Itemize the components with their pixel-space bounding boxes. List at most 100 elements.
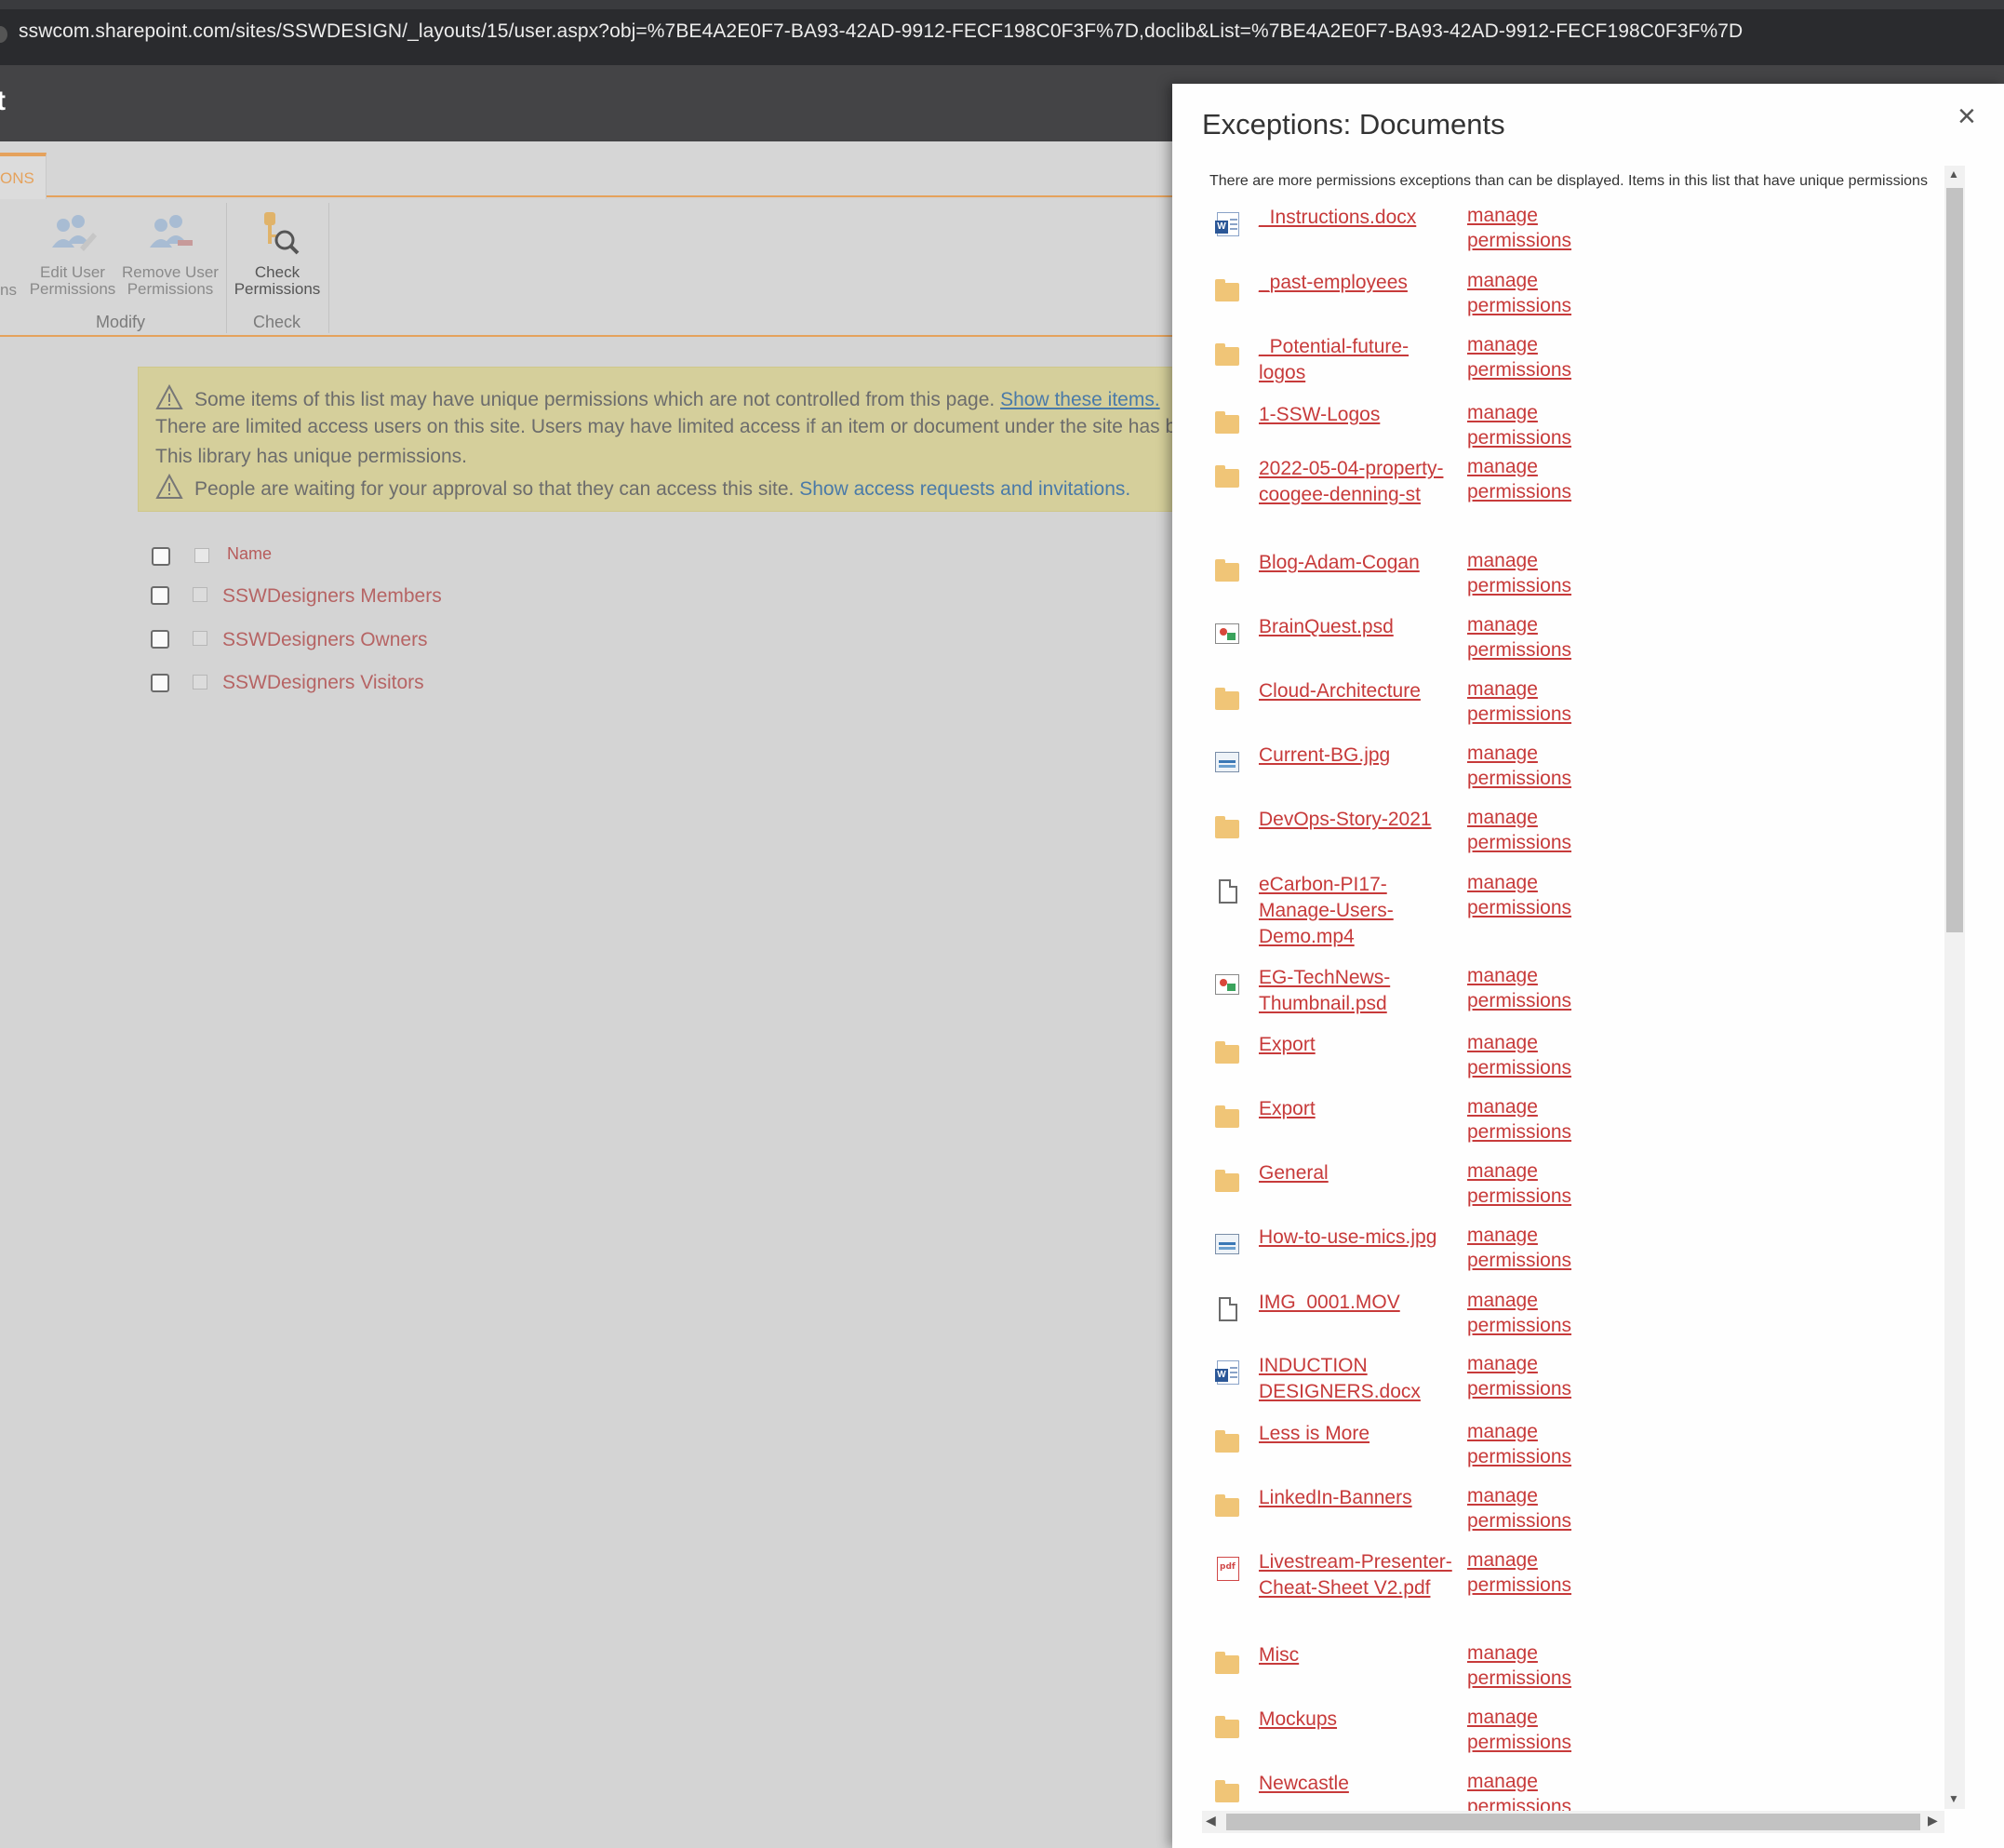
select-all-indicator[interactable] (194, 548, 209, 563)
scroll-down-arrow-icon[interactable]: ▼ (1948, 1792, 1959, 1805)
exceptions-note: There are more permissions exceptions th… (1209, 173, 1928, 189)
exception-item-link[interactable]: Current-BG.jpg (1259, 743, 1454, 769)
exception-item-link[interactable]: Cloud-Architecture (1259, 678, 1454, 704)
row-checkbox[interactable] (151, 630, 169, 649)
dialog-horizontal-scrollbar[interactable]: ◀ ▶ (1202, 1811, 1944, 1833)
image-icon (1215, 750, 1239, 774)
manage-permissions-link[interactable]: manage permissions (1467, 454, 1597, 504)
exception-item-link[interactable]: INDUCTION DESIGNERS.docx (1259, 1353, 1454, 1405)
ribbon-group-check: Check (253, 313, 301, 331)
column-header-name[interactable]: Name (227, 544, 272, 564)
manage-permissions-link[interactable]: manage permissions (1467, 548, 1597, 598)
exception-item-link[interactable]: BrainQuest.psd (1259, 614, 1454, 640)
manage-permissions-link[interactable]: manage permissions (1467, 1158, 1597, 1209)
scroll-up-arrow-icon[interactable]: ▲ (1948, 167, 1959, 181)
scroll-left-arrow-icon[interactable]: ◀ (1206, 1813, 1216, 1828)
exception-item-link[interactable]: Export (1259, 1096, 1454, 1122)
ribbon-group-modify: Modify (96, 313, 146, 331)
edit-user-permissions-button[interactable]: Edit User Permissions (28, 210, 117, 298)
exception-item-link[interactable]: _Potential-future-logos (1259, 334, 1454, 386)
tab-permissions[interactable]: ONS (0, 153, 47, 199)
manage-permissions-link[interactable]: manage permissions (1467, 332, 1597, 382)
manage-permissions-link[interactable]: manage permissions (1467, 805, 1597, 855)
manage-permissions-link[interactable]: manage permissions (1467, 1419, 1597, 1469)
manage-permissions-link[interactable]: manage permissions (1467, 612, 1597, 663)
group-link[interactable]: SSWDesigners Visitors (222, 672, 424, 694)
exception-item-link[interactable]: General (1259, 1160, 1454, 1186)
exception-item-link[interactable]: LinkedIn-Banners (1259, 1485, 1454, 1511)
site-info-icon[interactable] (0, 26, 7, 43)
scrollbar-thumb[interactable] (1226, 1814, 1920, 1830)
pdf-icon: pdf (1215, 1557, 1239, 1581)
row-select-indicator[interactable] (193, 631, 207, 646)
exception-item-link[interactable]: Blog-Adam-Cogan (1259, 550, 1454, 576)
show-access-requests-link[interactable]: Show access requests and invitations. (799, 478, 1130, 500)
exception-item-link[interactable]: Misc (1259, 1642, 1454, 1668)
folder-icon (1215, 1650, 1239, 1674)
manage-permissions-link[interactable]: manage permissions (1467, 1288, 1597, 1338)
row-select-indicator[interactable] (193, 587, 207, 602)
folder-icon (1215, 814, 1239, 838)
image-icon (1215, 1232, 1239, 1256)
exception-item-link[interactable]: Less is More (1259, 1421, 1454, 1447)
exception-item-link[interactable]: 2022-05-04-property-coogee-denning-st (1259, 456, 1454, 508)
exception-item-link[interactable]: _past-employees (1259, 270, 1454, 296)
exception-item-link[interactable]: EG-TechNews-Thumbnail.psd (1259, 965, 1454, 1017)
manage-permissions-link[interactable]: manage permissions (1467, 1705, 1597, 1755)
ribbon-separator (226, 203, 227, 333)
psd-icon (1215, 972, 1239, 997)
exception-item-link[interactable]: Mockups (1259, 1707, 1454, 1733)
exception-item-link[interactable]: DevOps-Story-2021 (1259, 807, 1454, 833)
manage-permissions-link[interactable]: manage permissions (1467, 205, 1597, 253)
folder-icon (1215, 1493, 1239, 1517)
scrollbar-thumb[interactable] (1946, 188, 1963, 932)
exception-item-link[interactable]: Livestream-Presenter-Cheat-Sheet V2.pdf (1259, 1549, 1454, 1601)
folder-icon (1215, 1168, 1239, 1192)
close-icon[interactable]: × (1957, 100, 1976, 132)
manage-permissions-link[interactable]: manage permissions (1467, 1547, 1597, 1598)
manage-permissions-link[interactable]: manage permissions (1467, 1351, 1597, 1401)
warning-icon (155, 383, 183, 410)
row-checkbox[interactable] (151, 674, 169, 692)
exception-item-link[interactable]: 1-SSW-Logos (1259, 402, 1454, 428)
exception-item-link[interactable]: _Instructions.docx (1259, 205, 1454, 231)
folder-icon (1215, 1778, 1239, 1802)
group-link[interactable]: SSWDesigners Members (222, 585, 442, 608)
check-permissions-button[interactable]: Check Permissions (233, 210, 322, 298)
group-link[interactable]: SSWDesigners Owners (222, 629, 428, 651)
manage-permissions-link[interactable]: manage permissions (1467, 870, 1597, 920)
site-title[interactable]: t (0, 86, 6, 117)
folder-icon (1215, 1039, 1239, 1064)
exception-item-link[interactable]: Export (1259, 1032, 1454, 1058)
manage-permissions-link[interactable]: manage permissions (1467, 1223, 1597, 1273)
scroll-right-arrow-icon[interactable]: ▶ (1928, 1813, 1938, 1828)
select-all-checkbox[interactable] (152, 547, 170, 566)
manage-permissions-link[interactable]: manage permissions (1467, 963, 1597, 1013)
row-checkbox[interactable] (151, 586, 169, 605)
ribbon-tab-row: ONS (0, 141, 1172, 199)
manage-permissions-link[interactable]: manage permissions (1467, 400, 1597, 450)
manage-permissions-link[interactable]: manage permissions (1467, 1483, 1597, 1533)
folder-icon (1215, 1428, 1239, 1453)
exception-item-link[interactable]: Newcastle (1259, 1771, 1454, 1797)
manage-permissions-link[interactable]: manage permissions (1467, 1030, 1597, 1080)
warning-access-requests: People are waiting for your approval so … (155, 473, 1130, 501)
manage-permissions-link[interactable]: manage permissions (1467, 741, 1597, 791)
row-select-indicator[interactable] (193, 675, 207, 690)
exception-item-link[interactable]: eCarbon-PI17-Manage-Users-Demo.mp4 (1259, 872, 1454, 950)
manage-permissions-link[interactable]: manage permissions (1467, 1640, 1597, 1691)
manage-permissions-link[interactable]: manage permissions (1467, 1094, 1597, 1145)
manage-permissions-link[interactable]: manage permissions (1467, 268, 1597, 318)
exception-item-link[interactable]: IMG_0001.MOV (1259, 1290, 1454, 1316)
folder-icon (1215, 686, 1239, 710)
library-unique-permissions: This library has unique permissions. (155, 446, 467, 467)
folder-icon (1215, 1104, 1239, 1128)
manage-permissions-link[interactable]: manage permissions (1467, 676, 1597, 727)
dialog-vertical-scrollbar[interactable]: ▲ ▼ (1944, 166, 1965, 1809)
exception-item-link[interactable]: How-to-use-mics.jpg (1259, 1225, 1454, 1251)
remove-user-permissions-button[interactable]: Remove User Permissions (121, 210, 220, 298)
remove-users-icon (144, 210, 196, 259)
warning-icon (155, 473, 183, 500)
url-field[interactable]: sswcom.sharepoint.com/sites/SSWDESIGN/_l… (19, 20, 1743, 43)
show-these-items-link[interactable]: Show these items. (1000, 389, 1160, 410)
